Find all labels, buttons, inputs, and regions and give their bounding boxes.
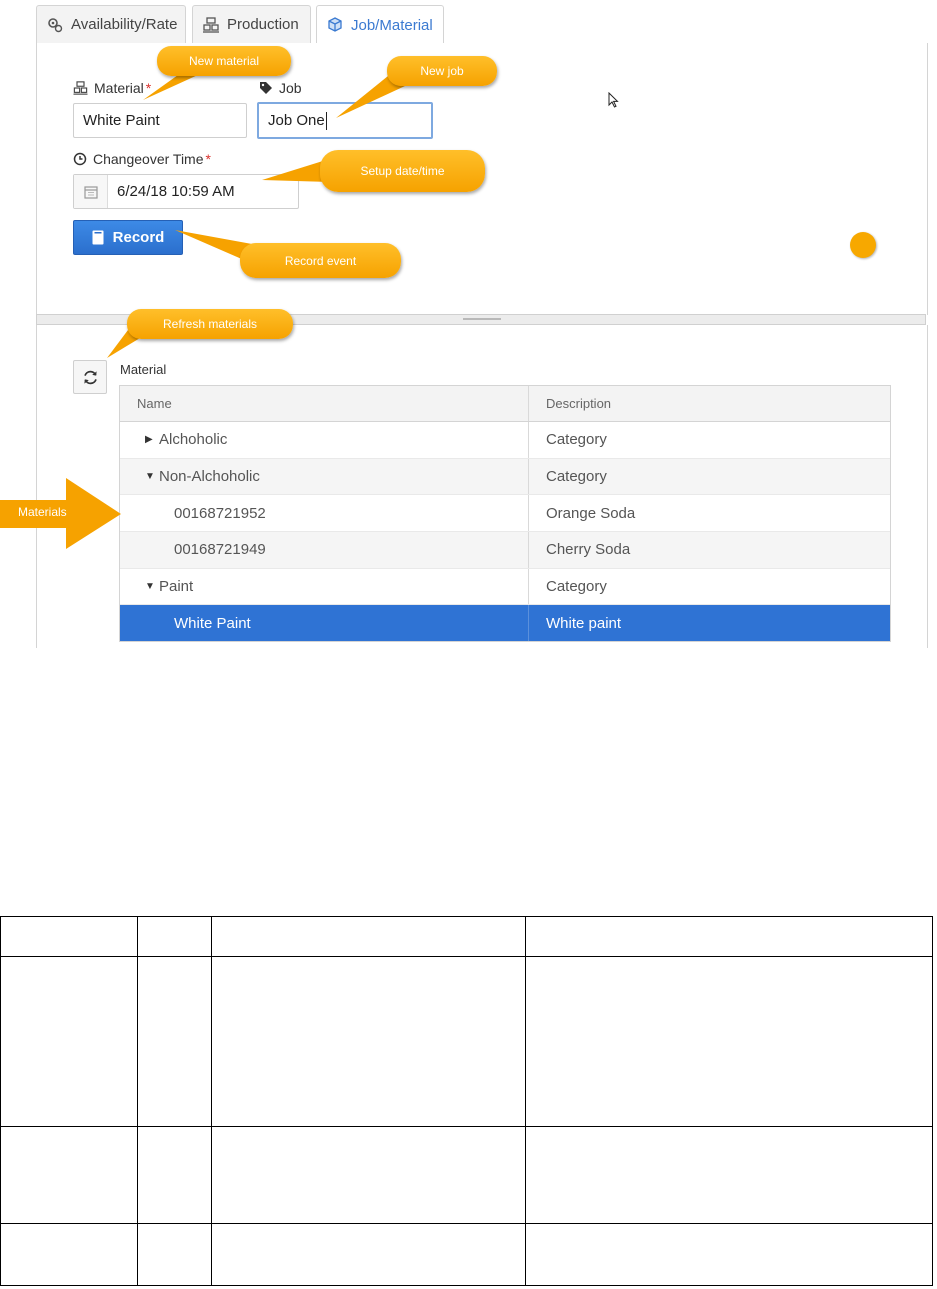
tree-row[interactable]: 00168721949 Cherry Soda (120, 532, 890, 569)
mouse-cursor-icon (608, 92, 619, 108)
record-button[interactable]: Record (73, 220, 183, 255)
tree-row-selected[interactable]: White Paint White paint (120, 605, 890, 642)
gears-icon (47, 17, 63, 33)
table-cell (525, 956, 933, 1127)
collapse-arrow-icon[interactable]: ▼ (145, 471, 159, 482)
changeover-time-label: Changeover Time * (73, 151, 211, 167)
expand-arrow-icon[interactable]: ▶ (145, 434, 159, 445)
row-description: Category (546, 468, 607, 486)
table-cell (0, 1125, 138, 1224)
tree-row[interactable]: ▼ Non-Alchoholic Category (120, 458, 890, 496)
grid-header: Name Description (120, 386, 890, 422)
table-cell (211, 915, 526, 958)
production-line-icon (73, 81, 88, 95)
table-cell (137, 1222, 212, 1287)
table-cell (211, 1222, 526, 1287)
row-name: 00168721952 (120, 495, 529, 532)
material-section-label: Material (120, 362, 167, 377)
row-name: Paint (159, 578, 194, 596)
text-caret (325, 111, 327, 130)
row-name: Alchoholic (159, 431, 228, 449)
clock-icon (73, 152, 87, 166)
callout-new-material: New material (157, 46, 291, 76)
column-header-description[interactable]: Description (529, 386, 890, 421)
job-input[interactable]: Job One (257, 102, 433, 139)
callout-materials: Materials (18, 505, 67, 519)
row-description: White paint (546, 614, 622, 632)
material-label: Material * (73, 80, 151, 96)
table-cell (525, 915, 933, 958)
changeover-datetime-value: 6/24/18 10:59 AM (117, 183, 235, 200)
click-indicator-dot (850, 232, 876, 258)
callout-refresh-materials: Refresh materials (127, 309, 293, 339)
empty-table (0, 915, 933, 1287)
collapse-arrow-icon[interactable]: ▼ (145, 581, 159, 592)
table-cell (137, 915, 212, 958)
job-label: Job (259, 80, 302, 96)
tab-production[interactable]: Production (192, 5, 311, 43)
table-cell (137, 956, 212, 1127)
row-description: Cherry Soda (546, 541, 631, 559)
tree-row[interactable]: ▶ Alchoholic Category (120, 422, 890, 459)
changeover-datetime-picker[interactable]: 6/24/18 10:59 AM (73, 174, 299, 209)
refresh-materials-button[interactable] (73, 360, 107, 394)
tab-availability-rate[interactable]: Availability/Rate (36, 5, 186, 43)
callout-new-job: New job (387, 56, 497, 86)
callout-setup-datetime: Setup date/time (320, 150, 485, 192)
refresh-icon (82, 369, 99, 386)
column-header-name[interactable]: Name (120, 386, 529, 421)
calendar-icon[interactable] (74, 175, 108, 208)
table-cell (211, 956, 526, 1127)
book-icon (92, 230, 104, 245)
row-description: Category (546, 578, 607, 596)
tab-label: Production (227, 16, 299, 33)
tab-bar: Availability/Rate Production Job/Materia… (36, 0, 926, 44)
table-cell (211, 1125, 526, 1224)
table-cell (0, 915, 138, 958)
production-line-icon (203, 16, 219, 33)
tab-label: Job/Material (351, 16, 433, 34)
cube-icon (327, 17, 343, 33)
table-cell (0, 956, 138, 1127)
table-cell (0, 1222, 138, 1287)
table-cell (525, 1222, 933, 1287)
material-tree-grid: Name Description ▶ Alchoholic Category ▼ N… (119, 385, 891, 643)
row-name: Non-Alchoholic (159, 468, 260, 486)
tree-row[interactable]: ▼ Paint Category (120, 568, 890, 606)
material-input[interactable]: White Paint (73, 103, 247, 138)
table-cell (525, 1125, 933, 1224)
row-name: 00168721949 (120, 532, 529, 568)
row-description: Category (546, 431, 607, 449)
row-description: Orange Soda (546, 504, 636, 522)
tree-row[interactable]: 00168721952 Orange Soda (120, 495, 890, 533)
table-cell (137, 1125, 212, 1224)
callout-record-event: Record event (240, 243, 401, 278)
tab-job-material[interactable]: Job/Material (316, 5, 444, 44)
tag-icon (259, 81, 273, 95)
tab-label: Availability/Rate (71, 16, 178, 33)
row-name: White Paint (120, 605, 529, 642)
splitter-grip[interactable] (463, 318, 501, 320)
